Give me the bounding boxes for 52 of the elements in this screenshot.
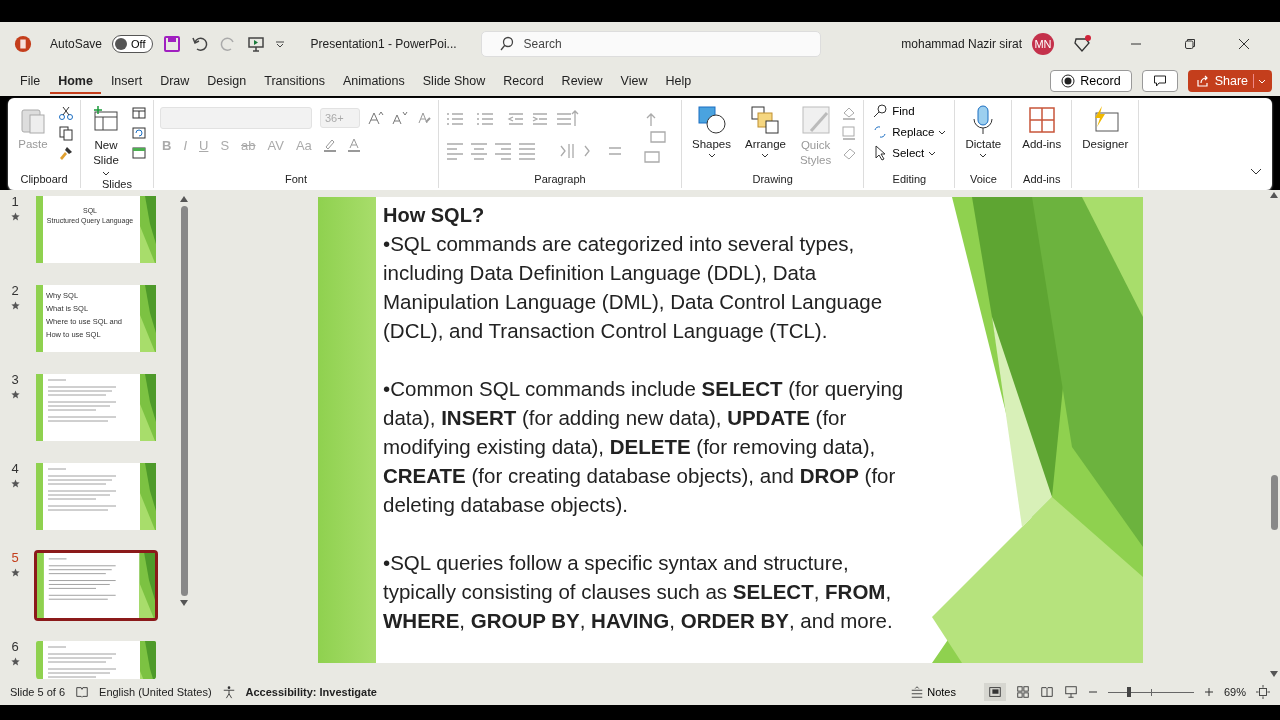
slide-number: 2 [11,283,19,298]
autosave-toggle[interactable]: Off [112,35,153,53]
group-label: Editing [892,173,927,185]
select-button[interactable]: Select [870,144,939,162]
autosave-label: AutoSave [50,37,103,51]
slide-number: 1 [11,194,19,209]
arrange-button[interactable]: Arrange [741,103,790,160]
record-button[interactable]: Record [1050,70,1132,92]
notes-button[interactable]: Notes [904,684,962,700]
group-label: Voice [969,173,997,185]
slide-number: 4 [11,461,19,476]
group-label: Drawing [752,173,793,185]
replace-button[interactable]: Replace [870,123,949,141]
ribbon-tab[interactable]: Animations [334,68,413,94]
new-slide-button[interactable]: New Slide [87,103,125,178]
find-button[interactable]: Find [870,102,917,120]
group-label: Paragraph [534,173,586,185]
zoom-level[interactable]: 69% [1223,686,1246,698]
group-label: Add-ins [1023,173,1061,185]
ribbon-tab[interactable]: Insert [102,68,151,94]
language[interactable]: English (United States) [99,686,212,698]
ribbon-tab[interactable]: Help [657,68,700,94]
slide-title: How SQL? [383,203,486,228]
slide-count: Slide 5 of 6 [10,686,66,698]
slide-paragraph: •SQL queries follow a specific syntax and structure, typically consisting of clauses such as SELECT, FROM, WHERE, GROUP BY, HAVING, ORDER BY, and more. [383,550,894,634]
designer-button[interactable]: Designer [1078,103,1133,152]
share-button[interactable]: Share [1187,70,1272,92]
slide-number: 6 [11,639,19,654]
ribbon-tab[interactable]: Design [199,68,255,94]
dictate-button[interactable]: Dictate [961,103,1006,160]
group-label: Font [285,173,307,185]
document-title: Presentation1 - PowerPoi... [310,37,458,51]
group-label: Slides [102,178,132,190]
slide-paragraph: •Common SQL commands include SELECT (for querying data), INSERT (for adding new data), UPDATE (for modifying existing data), DELETE (for removing data), CREATE (for creating database objects), and DROP (for deleting database objects). [383,376,905,518]
ribbon-tab[interactable]: File [12,68,49,94]
group-label: Clipboard [20,173,68,185]
user-name: mohammad Nazir sirat [901,37,1022,51]
ribbon-tab[interactable]: Transitions [256,68,333,94]
ribbon-tab[interactable]: Review [553,68,611,94]
ribbon-tab[interactable]: Record [495,68,552,94]
user-avatar[interactable]: MN [1032,33,1054,55]
slide-number: 5 [11,550,19,565]
shapes-button[interactable]: Shapes [688,103,735,160]
ribbon-tab[interactable]: Slide Show [414,68,494,94]
add-ins-button[interactable]: Add-ins [1018,103,1066,152]
accessibility-status[interactable]: Accessibility: Investigate [245,686,377,698]
ribbon-tab[interactable]: Draw [152,68,198,94]
ribbon-tab[interactable]: Home [50,68,101,94]
slide-number: 3 [11,372,19,387]
ribbon-tab[interactable]: View [612,68,656,94]
search-field[interactable]: Search [480,31,821,57]
slide-paragraph: •SQL commands are categorized into several types, including Data Definition Language (DDL), Data Manipulation Language (DML), Data Control Language (DCL), and Transaction Control Language (TCL). [383,231,884,344]
